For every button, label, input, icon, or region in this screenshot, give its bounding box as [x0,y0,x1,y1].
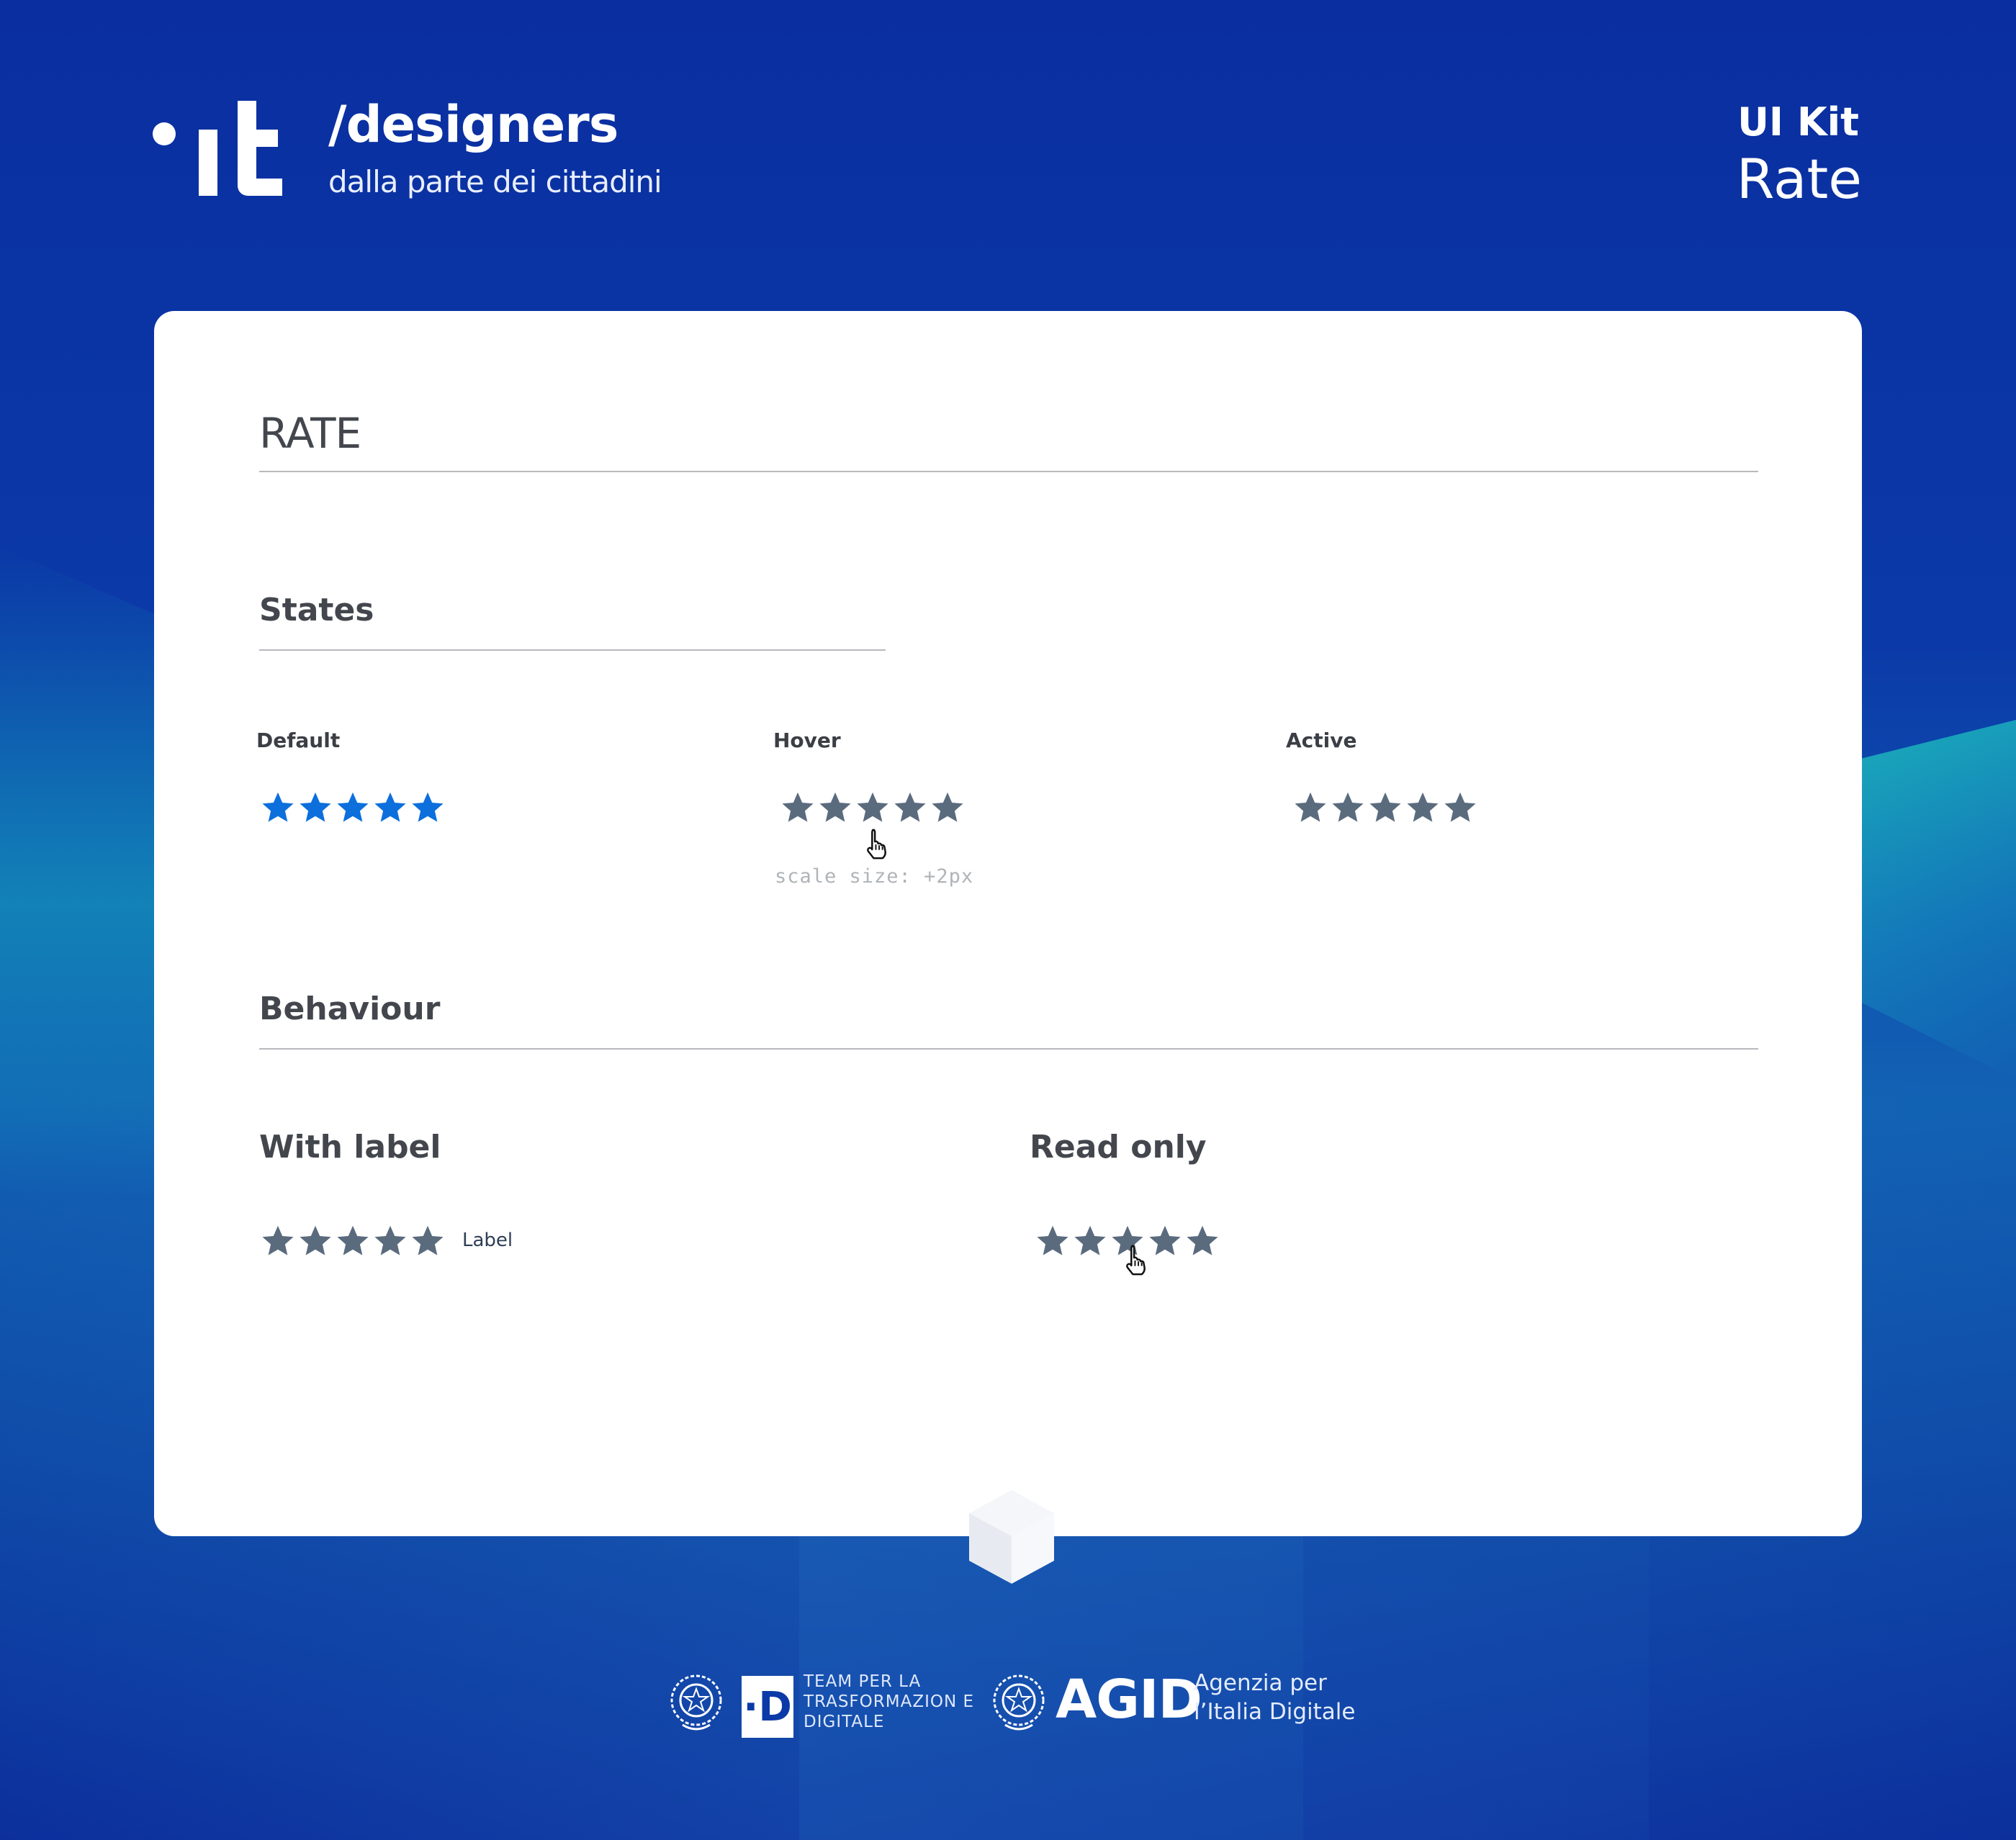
kit-name: Rate [1736,147,1862,211]
agid-text: Agenzia per l’Italia Digitale [1194,1670,1356,1725]
brand-subtitle: dalla parte dei cittadini [328,164,662,199]
logo-t-foot [238,179,282,196]
hover-label: Hover [773,729,841,752]
pointer-cursor-icon [867,829,886,860]
rate-label-text: Label [462,1230,513,1251]
star-icon[interactable] [929,789,966,826]
rate-default[interactable] [259,789,446,826]
active-label: Active [1286,729,1357,752]
page-title: RATE [259,409,361,458]
team-text: TEAM PER LA TRASFORMAZION E DIGITALE [804,1672,975,1731]
star-icon[interactable] [1292,789,1329,826]
it-logo [153,99,282,200]
star-icon[interactable] [372,789,409,826]
states-heading: States [259,592,374,628]
content-card: RATE States Default Hover scale size: +2… [154,311,1862,1536]
logo-dot [153,122,176,145]
pointer-cursor-icon [1126,1245,1146,1276]
star-icon[interactable] [1329,789,1367,826]
logo-t-bar [238,130,278,147]
star-icon[interactable] [297,789,334,826]
d-logo-icon: ·D [742,1676,793,1738]
star-icon[interactable] [1367,789,1404,826]
star-icon[interactable] [372,1222,409,1260]
states-divider [259,649,886,651]
rate-active[interactable] [1292,789,1479,826]
title-divider [259,471,1758,472]
repubblica-emblem-icon [670,1674,722,1731]
star-icon[interactable] [779,789,816,826]
repubblica-emblem-icon [993,1674,1045,1731]
behaviour-heading: Behaviour [259,991,441,1027]
star-icon[interactable] [297,1222,334,1260]
cube-icon [969,1490,1054,1584]
rate-with-label[interactable] [259,1222,446,1260]
with-label-heading: With label [259,1129,441,1165]
agid-acronym: AGID [1056,1669,1202,1731]
star-icon[interactable] [334,1222,372,1260]
star-icon[interactable] [409,1222,446,1260]
star-icon[interactable] [854,789,891,826]
star-icon[interactable] [259,1222,297,1260]
star-icon[interactable] [891,789,929,826]
star-icon[interactable] [409,789,446,826]
star-icon[interactable] [816,789,854,826]
logo-i [199,130,217,196]
star-icon [1184,1222,1221,1260]
star-icon [1146,1222,1184,1260]
star-icon [1071,1222,1109,1260]
star-icon[interactable] [259,789,297,826]
star-icon[interactable] [334,789,372,826]
star-icon[interactable] [1441,789,1479,826]
behaviour-divider [259,1048,1758,1050]
star-icon [1034,1222,1071,1260]
brand-title: /designers [328,95,618,154]
kit-label: UI Kit [1737,99,1859,145]
read-only-heading: Read only [1030,1129,1207,1165]
star-icon[interactable] [1404,789,1441,826]
hover-note: scale size: +2px [775,865,974,888]
default-label: Default [256,729,341,752]
rate-hover[interactable] [779,789,966,826]
